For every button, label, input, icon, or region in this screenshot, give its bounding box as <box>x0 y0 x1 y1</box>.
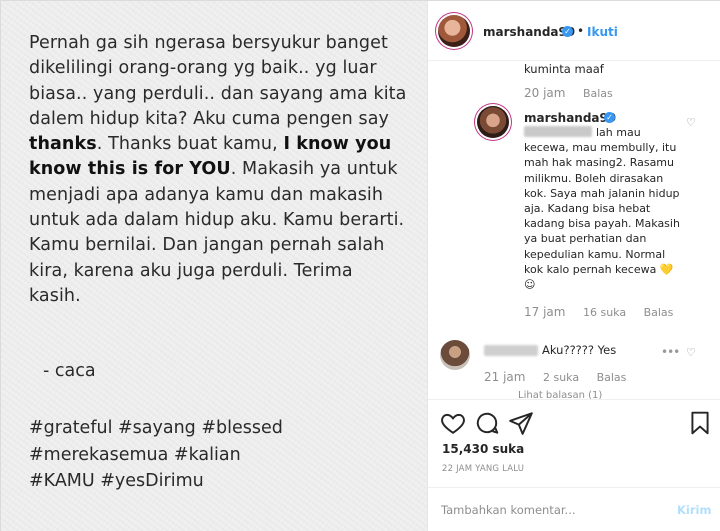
like-heart-icon[interactable] <box>440 410 466 436</box>
reply-button[interactable]: Balas <box>597 371 627 384</box>
instagram-post-modal: Pernah ga sih ngerasa bersyukur banget d… <box>0 0 720 531</box>
add-comment-bar: Kirim <box>428 487 720 531</box>
post-comment-button[interactable]: Kirim <box>677 503 711 517</box>
post-header: marshanda99 ✓ • Ikuti <box>428 1 720 61</box>
comment-time[interactable]: 21 jam <box>484 370 525 384</box>
commenter-avatar[interactable] <box>440 340 470 370</box>
post-text-part3: . Makasih ya untuk menjadi apa adanya ka… <box>29 159 405 306</box>
post-text-part2: . Thanks buat kamu, <box>96 134 284 155</box>
reply-button[interactable]: Balas <box>583 87 613 100</box>
verified-badge-icon: ✓ <box>604 112 615 123</box>
post-text-part1: Pernah ga sih ngerasa bersyukur banget d… <box>29 33 407 129</box>
post-timestamp[interactable]: 22 JAM YANG LALU <box>442 464 524 474</box>
post-text-bold-thanks: thanks <box>29 134 97 155</box>
likes-count[interactable]: 15,430 suka <box>442 442 524 456</box>
comment-input[interactable] <box>441 501 661 519</box>
previous-comment-text: kuminta maaf <box>524 62 604 76</box>
comment-text: Aku????? Yes <box>542 343 617 357</box>
reply-author-avatar[interactable] <box>477 106 509 138</box>
author-avatar[interactable] <box>438 15 470 47</box>
like-comment-heart-icon[interactable]: ♡ <box>686 346 696 359</box>
reply-comment-meta: 17 jam 16 suka Balas <box>524 305 673 319</box>
share-send-icon[interactable] <box>508 410 534 436</box>
hashtags-line-2: #merekasemua #kalian <box>29 444 241 465</box>
hashtags-line-1: #grateful #sayang #blessed <box>29 418 283 438</box>
follow-button[interactable]: Ikuti <box>587 25 618 39</box>
like-comment-heart-icon[interactable]: ♡ <box>686 116 696 129</box>
post-actions: 15,430 suka 22 JAM YANG LALU <box>428 399 720 489</box>
hashtags-line-3: #KAMU #yesDirimu <box>29 471 204 491</box>
verified-badge-icon: ✓ <box>562 26 573 37</box>
reply-comment-text: lah mau kecewa, mau membully, itu mah ha… <box>524 126 680 292</box>
post-signature: - caca <box>43 361 96 381</box>
more-options-icon[interactable]: ••• <box>661 345 680 359</box>
reply-button[interactable]: Balas <box>644 306 674 319</box>
comment-likes[interactable]: 16 suka <box>583 306 626 319</box>
view-replies-link[interactable]: Lihat balasan (1) <box>518 390 602 399</box>
comment-time[interactable]: 20 jam <box>524 86 565 100</box>
comment-bubble-icon[interactable] <box>474 410 500 436</box>
comments-list[interactable]: kuminta maaf 20 jam Balas marshanda99 ✓ … <box>428 62 720 399</box>
save-bookmark-icon[interactable] <box>687 410 713 436</box>
redacted-commenter-username[interactable] <box>484 345 538 356</box>
comment-time[interactable]: 17 jam <box>524 305 565 319</box>
post-image[interactable]: Pernah ga sih ngerasa bersyukur banget d… <box>1 1 428 531</box>
post-hashtags: #grateful #sayang #blessed #merekasemua … <box>29 415 409 495</box>
reply-author-username[interactable]: marshanda99 <box>524 111 616 125</box>
comment-likes[interactable]: 2 suka <box>543 371 579 384</box>
post-side-panel: marshanda99 ✓ • Ikuti kuminta maaf 20 ja… <box>428 1 720 531</box>
post-image-text: Pernah ga sih ngerasa bersyukur banget d… <box>29 31 409 309</box>
comment-meta: 21 jam 2 suka Balas <box>484 370 626 384</box>
header-separator: • <box>577 24 585 38</box>
previous-comment-meta: 20 jam Balas <box>524 86 613 100</box>
